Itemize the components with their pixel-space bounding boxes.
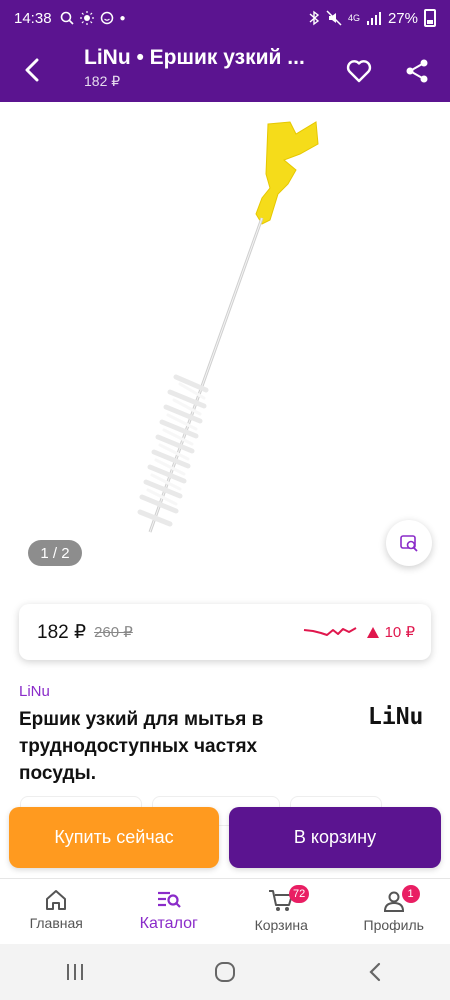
smiley-icon	[100, 11, 113, 25]
bottom-navigation: Главная Каталог 72 Корзина 1 Профиль	[0, 878, 450, 944]
nav-catalog[interactable]: Каталог	[113, 879, 226, 944]
status-bar: 14:38 ● 4G 27%	[0, 0, 450, 36]
recent-apps-button[interactable]	[55, 952, 95, 992]
battery-text: 27%	[387, 9, 418, 27]
price-card[interactable]: 182 ₽ 260 ₽ 10 ₽	[19, 604, 431, 660]
brand-link[interactable]: LiNu	[19, 683, 50, 700]
nav-profile[interactable]: 1 Профиль	[338, 879, 450, 944]
app-header: LiNu • Ершик узкий ... 182 ₽	[0, 36, 450, 102]
price-up-icon	[366, 626, 379, 638]
product-photo	[137, 121, 319, 533]
chevron-left-icon	[25, 58, 39, 82]
back-button[interactable]	[14, 52, 50, 88]
cart-badge: 72	[289, 885, 310, 903]
heart-icon	[346, 60, 372, 83]
buy-now-button[interactable]: Купить сейчас	[9, 807, 219, 868]
share-icon	[406, 59, 428, 83]
dot-icon: ●	[119, 12, 126, 24]
catalog-search-icon	[157, 891, 181, 908]
old-price: 260 ₽	[94, 624, 133, 641]
header-price: 182 ₽	[84, 73, 121, 89]
share-button[interactable]	[400, 54, 434, 88]
product-name: Ершик узкий для мытья в труднодоступных …	[19, 709, 264, 784]
brand-logo[interactable]: LiNu	[368, 704, 423, 730]
favorite-button[interactable]	[342, 54, 376, 88]
image-search-icon	[400, 535, 418, 552]
current-price: 182 ₽	[37, 621, 87, 643]
mute-icon	[326, 10, 342, 26]
profile-badge: 1	[401, 885, 420, 903]
image-pager: 1 / 2	[28, 540, 82, 566]
add-to-cart-button[interactable]: В корзину	[229, 807, 441, 868]
home-button[interactable]	[205, 952, 245, 992]
nav-cart-label: Корзина	[254, 917, 308, 933]
search-status-icon	[60, 11, 74, 25]
status-time: 14:38	[14, 9, 52, 27]
brightness-icon	[79, 11, 94, 25]
signal-icon	[366, 12, 381, 25]
back-arrow-icon	[369, 962, 381, 982]
system-back-button[interactable]	[355, 952, 395, 992]
bluetooth-icon	[309, 10, 320, 26]
price-delta: 10 ₽	[384, 624, 415, 641]
nav-home-label: Главная	[29, 915, 83, 931]
network-type: 4G	[347, 12, 360, 23]
recent-apps-icon	[67, 964, 83, 980]
battery-icon	[424, 9, 436, 27]
nav-cart[interactable]: 72 Корзина	[225, 879, 338, 944]
nav-home[interactable]: Главная	[0, 879, 113, 944]
nav-profile-label: Профиль	[363, 917, 424, 933]
photo-search-button[interactable]	[386, 520, 432, 566]
price-trend-sparkline	[303, 627, 357, 636]
system-navigation-bar	[0, 944, 450, 1000]
nav-catalog-label: Каталог	[139, 915, 198, 932]
page-title: LiNu • Ершик узкий ...	[84, 46, 305, 69]
home-icon	[46, 890, 67, 910]
home-circle-icon	[215, 962, 235, 982]
product-image-gallery[interactable]	[0, 102, 450, 582]
